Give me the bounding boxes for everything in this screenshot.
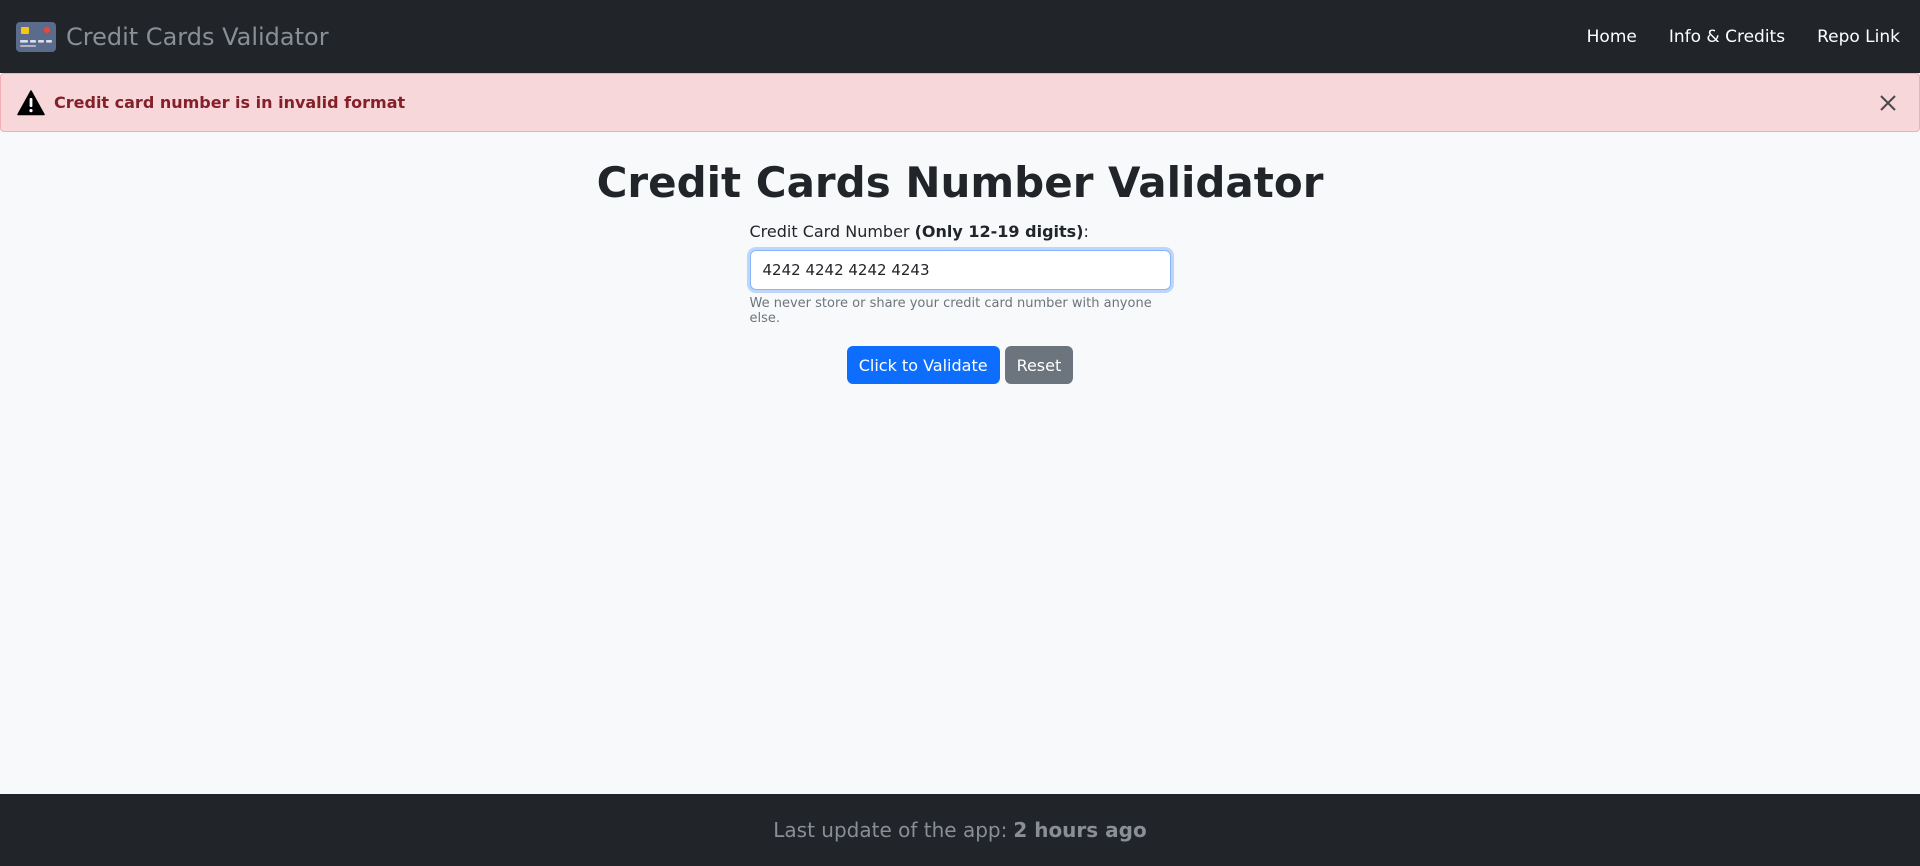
error-alert: Credit card number is in invalid format	[0, 73, 1920, 132]
card-number-label: Credit Card Number (Only 12-19 digits):	[750, 222, 1171, 241]
footer-prefix: Last update of the app:	[773, 818, 1008, 842]
alert-close-button[interactable]	[1873, 88, 1903, 118]
validate-button[interactable]: Click to Validate	[846, 346, 1000, 385]
card-number-label-text: Credit Card Number	[749, 222, 910, 242]
card-number-label-suffix: :	[1083, 222, 1089, 242]
alert-message: Credit card number is in invalid format	[54, 93, 406, 112]
footer-update-time: 2 hours ago	[1013, 818, 1147, 842]
privacy-help-text: We never store or share your credit card…	[749, 296, 1152, 327]
card-number-label-hint: (Only 12-19 digits)	[914, 222, 1084, 242]
nav-link-home[interactable]: Home	[1587, 27, 1637, 47]
credit-card-icon	[16, 21, 56, 52]
nav-link-info-credits[interactable]: Info & Credits	[1669, 27, 1785, 47]
reset-button[interactable]: Reset	[1004, 346, 1074, 385]
card-number-input[interactable]	[749, 250, 1171, 291]
page-title: Credit Cards Number Validator	[596, 158, 1324, 207]
close-icon	[1880, 94, 1896, 111]
button-row: Click to Validate Reset	[846, 346, 1074, 385]
warning-icon	[17, 89, 45, 115]
nav-link-repo[interactable]: Repo Link	[1817, 27, 1900, 47]
main-content: Credit Cards Number Validator Credit Car…	[0, 132, 1920, 385]
brand-link[interactable]: Credit Cards Validator	[16, 21, 329, 52]
nav-links: Home Info & Credits Repo Link	[1587, 27, 1904, 47]
brand-title: Credit Cards Validator	[66, 22, 329, 51]
navbar: Credit Cards Validator Home Info & Credi…	[0, 0, 1920, 73]
validator-form: Credit Card Number (Only 12-19 digits): …	[749, 222, 1171, 327]
footer: Last update of the app: 2 hours ago	[0, 794, 1920, 866]
